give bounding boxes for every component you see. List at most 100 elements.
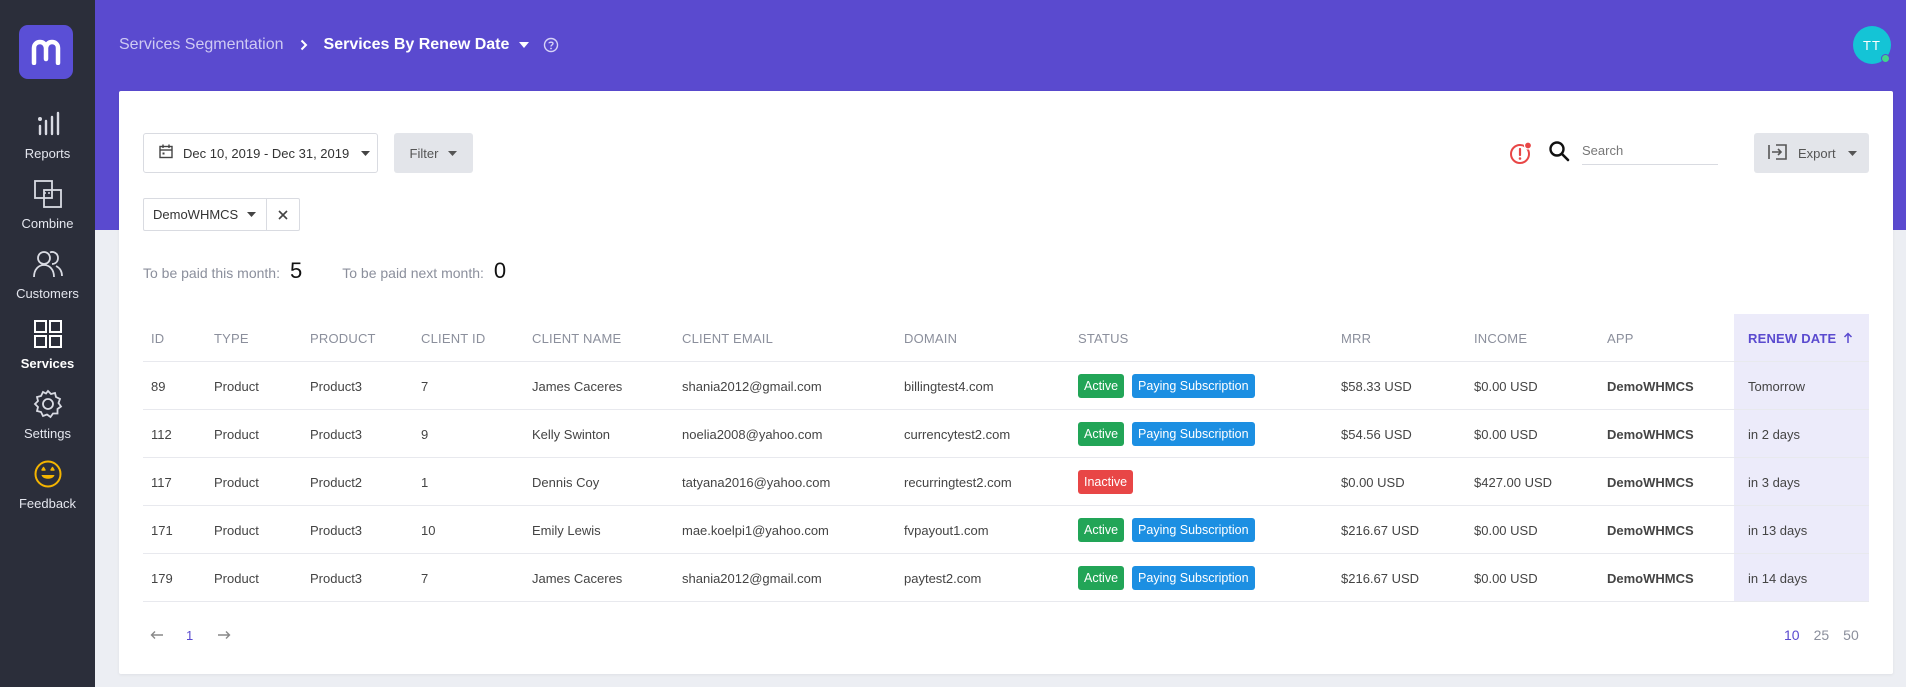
cell-domain: fvpayout1.com <box>904 522 989 538</box>
cell-app: DemoWHMCS <box>1607 474 1694 490</box>
cell-client-email: noelia2008@yahoo.com <box>682 426 823 442</box>
cell-client-id: 10 <box>421 522 436 538</box>
caret-down-icon <box>361 150 371 156</box>
cell-client-name: Dennis Coy <box>532 474 600 490</box>
nav-item-settings[interactable]: Settings <box>0 388 95 450</box>
table-body: 89 Product Product3 7 James Caceres shania201… <box>143 362 1869 602</box>
cell-domain: currencytest2.com <box>904 426 1011 442</box>
table-row[interactable]: 179 Product Product3 7 James Caceres shania20… <box>143 554 1869 602</box>
subscription-badge: Paying Subscription <box>1132 566 1255 590</box>
subscription-badge: Paying Subscription <box>1132 422 1255 446</box>
caret-down-icon[interactable] <box>519 42 530 48</box>
cell-mrr: $0.00 USD <box>1341 474 1405 490</box>
cell-renew-date: in 3 days <box>1748 474 1801 490</box>
breadcrumb: Services Segmentation Services By Renew … <box>119 35 559 55</box>
customers-icon <box>32 248 64 280</box>
column-app-header[interactable]: APP <box>1607 314 1634 362</box>
date-range-picker[interactable]: Dec 10, 2019 - Dec 31, 2019 <box>143 133 378 173</box>
table-row[interactable]: 89 Product Product3 7 James Caceres shania201… <box>143 362 1869 410</box>
cell-income: $0.00 USD <box>1474 570 1538 586</box>
cell-client-email: tatyana2016@yahoo.com <box>682 474 831 490</box>
column-product-header[interactable]: PRODUCT <box>310 314 376 362</box>
nav-item-services[interactable]: Services <box>0 318 95 380</box>
table-row[interactable]: 171 Product Product3 10 Emily Lewis mae.koelp… <box>143 506 1869 554</box>
clear-filter-button[interactable] <box>267 199 299 230</box>
alert-icon[interactable] <box>1508 140 1534 166</box>
arrow-left-icon[interactable] <box>150 630 164 640</box>
table-header: ID TYPE PRODUCT CLIENT ID CLIENT NAME CLIENT … <box>143 314 1869 362</box>
date-range-label: Dec 10, 2019 - Dec 31, 2019 <box>183 145 350 161</box>
column-label: PRODUCT <box>310 330 376 346</box>
column-client-id-header[interactable]: CLIENT ID <box>421 314 485 362</box>
column-label: TYPE <box>214 330 249 346</box>
next-month-label: To be paid next month: <box>342 265 484 281</box>
close-icon <box>278 209 288 220</box>
cell-status: Active Paying Subscription <box>1078 410 1263 458</box>
search-icon[interactable] <box>1548 140 1570 162</box>
cell-domain: recurringtest2.com <box>904 474 1012 490</box>
nav-item-reports[interactable]: Reports <box>0 108 95 170</box>
filter-button[interactable]: Filter <box>394 133 473 173</box>
page-number[interactable]: 1 <box>186 628 193 643</box>
breadcrumb-current[interactable]: Services By Renew Date <box>324 36 510 54</box>
cell-type: Product <box>214 570 259 586</box>
cell-client-name: Kelly Swinton <box>532 426 611 442</box>
reports-icon <box>32 108 64 140</box>
cell-client-name: Emily Lewis <box>532 522 601 538</box>
cell-app: DemoWHMCS <box>1607 378 1694 394</box>
arrow-right-icon[interactable] <box>217 630 231 640</box>
nav-label: Customers <box>16 286 79 301</box>
cell-domain: paytest2.com <box>904 570 982 586</box>
cell-status: Inactive <box>1078 458 1141 506</box>
column-label: DOMAIN <box>904 330 958 346</box>
cell-id: 112 <box>151 426 172 442</box>
column-mrr-header[interactable]: MRR <box>1341 314 1371 362</box>
nav-item-combine[interactable]: Combine <box>0 178 95 240</box>
subscription-badge: Paying Subscription <box>1132 518 1255 542</box>
nav-item-feedback[interactable]: Feedback <box>0 458 95 520</box>
caret-down-icon <box>448 150 458 156</box>
cell-client-email: shania2012@gmail.com <box>682 378 822 394</box>
chevron-right-icon <box>300 39 308 51</box>
cell-client-id: 7 <box>421 378 429 394</box>
column-client-name-header[interactable]: CLIENT NAME <box>532 314 621 362</box>
export-button[interactable]: Export <box>1754 133 1869 173</box>
cell-mrr: $216.67 USD <box>1341 570 1420 586</box>
export-icon <box>1768 143 1788 163</box>
page-size-option[interactable]: 10 <box>1784 627 1800 643</box>
cell-app: DemoWHMCS <box>1607 570 1694 586</box>
status-badge: Active <box>1078 518 1125 542</box>
next-month-value: 0 <box>493 258 507 283</box>
search-input[interactable] <box>1582 137 1718 165</box>
breadcrumb-parent[interactable]: Services Segmentation <box>119 36 284 54</box>
column-income-header[interactable]: INCOME <box>1474 314 1527 362</box>
services-icon <box>32 318 64 350</box>
column-client-email-header[interactable]: CLIENT EMAIL <box>682 314 773 362</box>
column-status-header[interactable]: STATUS <box>1078 314 1129 362</box>
column-label: RENEW DATE <box>1748 330 1837 346</box>
column-type-header[interactable]: TYPE <box>214 314 249 362</box>
column-label: CLIENT EMAIL <box>682 330 774 346</box>
cell-id: 117 <box>151 474 172 490</box>
cell-app: DemoWHMCS <box>1607 426 1694 442</box>
cell-product: Product3 <box>310 522 363 538</box>
cell-mrr: $216.67 USD <box>1341 522 1420 538</box>
table-row[interactable]: 117 Product Product2 1 Dennis Coy tatyana2016… <box>143 458 1869 506</box>
column-domain-header[interactable]: DOMAIN <box>904 314 957 362</box>
app-logo[interactable] <box>19 25 73 79</box>
cell-renew-date: in 13 days <box>1748 522 1808 538</box>
column-renew-date-header[interactable]: RENEW DATE <box>1748 314 1853 362</box>
nav-label: Feedback <box>18 496 77 511</box>
table-row[interactable]: 112 Product Product3 9 Kelly Swinton noelia20… <box>143 410 1869 458</box>
page-size-option[interactable]: 50 <box>1843 627 1859 643</box>
column-id-header[interactable]: ID <box>151 314 164 362</box>
page-size-option[interactable]: 25 <box>1814 627 1830 643</box>
cell-client-email: shania2012@gmail.com <box>682 570 822 586</box>
cell-type: Product <box>214 474 259 490</box>
nav-item-customers[interactable]: Customers <box>0 248 95 310</box>
page-size-selector: 10 25 50 <box>1784 625 1859 645</box>
cell-client-id: 1 <box>421 474 429 490</box>
app-filter-select[interactable]: DemoWHMCS <box>144 199 268 230</box>
column-label: CLIENT NAME <box>532 330 622 346</box>
help-icon[interactable] <box>543 37 559 53</box>
